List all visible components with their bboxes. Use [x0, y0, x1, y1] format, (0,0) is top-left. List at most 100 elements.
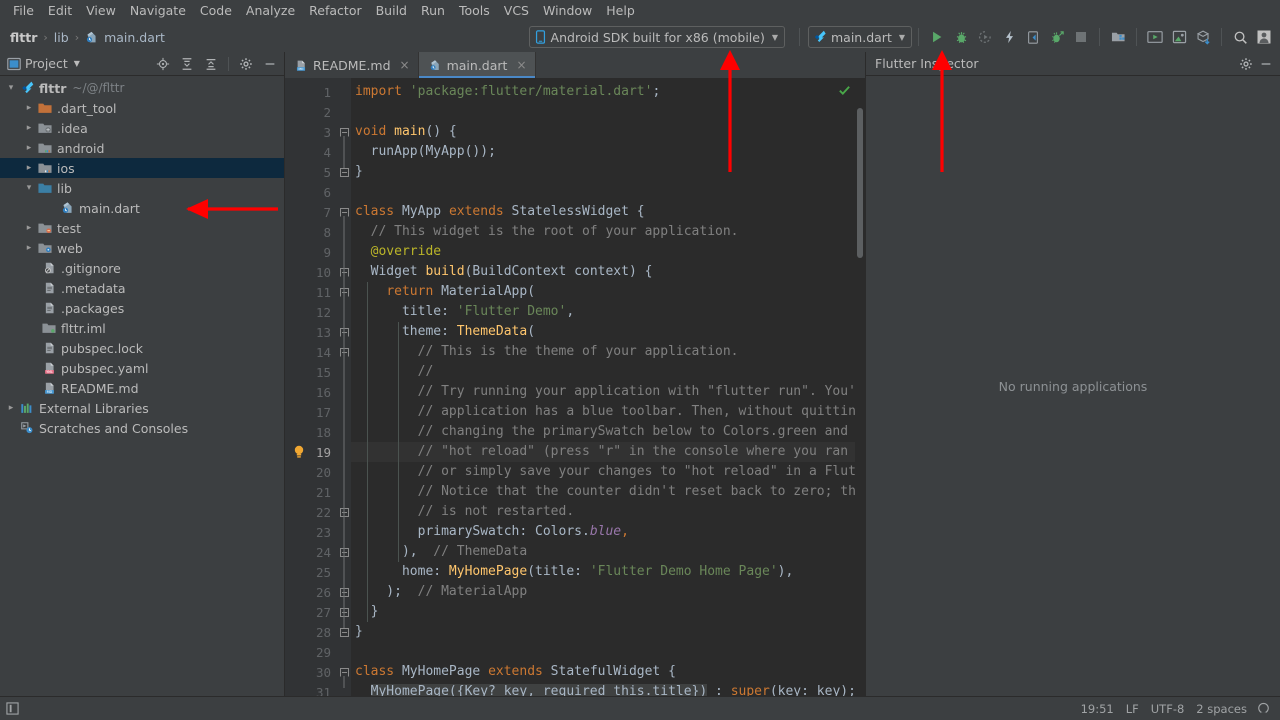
chevron-right-icon[interactable]: ▸: [22, 223, 36, 233]
code-line[interactable]: // is not restarted.: [351, 502, 865, 522]
tree-item-readme[interactable]: MD README.md: [0, 378, 284, 398]
code-line[interactable]: ), // ThemeData: [351, 542, 865, 562]
chevron-right-icon[interactable]: ▸: [4, 403, 18, 413]
menu-item-tools[interactable]: Tools: [452, 1, 497, 21]
settings-gear-icon[interactable]: [236, 54, 256, 74]
chevron-right-icon[interactable]: ▸: [22, 163, 36, 173]
code-line[interactable]: home: MyHomePage(title: 'Flutter Demo Ho…: [351, 562, 865, 582]
tree-item-pubspec-yaml[interactable]: YML pubspec.yaml: [0, 358, 284, 378]
menu-item-vcs[interactable]: VCS: [497, 1, 536, 21]
chevron-right-icon[interactable]: ▸: [22, 243, 36, 253]
event-log-icon[interactable]: [6, 702, 19, 715]
settings-gear-icon[interactable]: [1236, 54, 1256, 74]
code-line[interactable]: @override: [351, 242, 865, 262]
tree-item-scratches[interactable]: Scratches and Consoles: [0, 418, 284, 438]
code-line[interactable]: [351, 642, 865, 662]
user-account-button[interactable]: [1252, 25, 1276, 49]
code-line[interactable]: // changing the primarySwatch below to C…: [351, 422, 865, 442]
stop-button[interactable]: [1069, 25, 1093, 49]
chevron-down-icon[interactable]: ▾: [4, 83, 18, 93]
tree-item-lib[interactable]: ▾ lib: [0, 178, 284, 198]
tree-item-dart-tool[interactable]: ▸ .dart_tool: [0, 98, 284, 118]
tab-readme-md[interactable]: MD README.md ×: [285, 52, 419, 78]
menu-item-help[interactable]: Help: [599, 1, 642, 21]
code-line[interactable]: // Try running your application with "fl…: [351, 382, 865, 402]
menu-item-window[interactable]: Window: [536, 1, 599, 21]
code-line[interactable]: [351, 182, 865, 202]
code-line[interactable]: // This widget is the root of your appli…: [351, 222, 865, 242]
tree-item-metadata[interactable]: .metadata: [0, 278, 284, 298]
tree-item-flttr-iml[interactable]: flttr.iml: [0, 318, 284, 338]
menu-item-navigate[interactable]: Navigate: [123, 1, 193, 21]
code-line[interactable]: // or simply save your changes to "hot r…: [351, 462, 865, 482]
code-line[interactable]: // "hot reload" (press "r" in the consol…: [351, 442, 865, 462]
code-line[interactable]: return MaterialApp(: [351, 282, 865, 302]
chevron-right-icon[interactable]: ▸: [22, 143, 36, 153]
code-line[interactable]: class MyHomePage extends StatefulWidget …: [351, 662, 865, 682]
code-line[interactable]: [351, 102, 865, 122]
hot-reload-button[interactable]: [997, 25, 1021, 49]
project-structure-button[interactable]: [1106, 25, 1130, 49]
tree-item-web[interactable]: ▸ web: [0, 238, 284, 258]
device-selector[interactable]: Android SDK built for x86 (mobile) ▼: [529, 26, 785, 48]
project-tree[interactable]: ▾ flttr ~/@/flttr ▸: [0, 76, 284, 696]
run-with-coverage-button[interactable]: [973, 25, 997, 49]
debug-button[interactable]: [949, 25, 973, 49]
hide-panel-icon[interactable]: [260, 54, 280, 74]
inspection-ok-icon[interactable]: [838, 84, 851, 97]
menu-item-edit[interactable]: Edit: [41, 1, 79, 21]
menu-item-run[interactable]: Run: [414, 1, 452, 21]
open-devtools-button[interactable]: [1021, 25, 1045, 49]
menu-item-build[interactable]: Build: [369, 1, 414, 21]
hide-panel-icon[interactable]: [1256, 54, 1276, 74]
tree-item-gitignore[interactable]: .gitignore: [0, 258, 284, 278]
code-line[interactable]: }: [351, 622, 865, 642]
tree-item-external-libraries[interactable]: ▸ External Libraries: [0, 398, 284, 418]
intention-bulb-icon[interactable]: [292, 444, 306, 460]
code-folding-gutter[interactable]: [337, 78, 351, 696]
tree-item-packages[interactable]: .packages: [0, 298, 284, 318]
code-text[interactable]: import 'package:flutter/material.dart'; …: [351, 78, 865, 696]
code-line[interactable]: theme: ThemeData(: [351, 322, 865, 342]
tree-item-android[interactable]: ▸ android: [0, 138, 284, 158]
tree-item-test[interactable]: ▸ test: [0, 218, 284, 238]
notifications-icon[interactable]: [1253, 702, 1274, 715]
breadcrumb-file[interactable]: main.dart: [102, 30, 167, 45]
editor-scrollbar-thumb[interactable]: [857, 108, 863, 258]
menu-item-code[interactable]: Code: [193, 1, 239, 21]
code-line[interactable]: class MyApp extends StatelessWidget {: [351, 202, 865, 222]
fold-toggle-icon[interactable]: [340, 628, 349, 637]
breadcrumb-project[interactable]: flttr: [8, 30, 39, 45]
fold-toggle-icon[interactable]: [340, 168, 349, 177]
device-manager-button[interactable]: [1143, 25, 1167, 49]
breadcrumb-folder[interactable]: lib: [52, 30, 71, 45]
locate-file-icon[interactable]: [153, 54, 173, 74]
gradle-sync-button[interactable]: [1191, 25, 1215, 49]
sdk-manager-button[interactable]: [1167, 25, 1191, 49]
tree-item-flttr[interactable]: ▾ flttr ~/@/flttr: [0, 78, 284, 98]
collapse-all-icon[interactable]: [201, 54, 221, 74]
chevron-right-icon[interactable]: ▸: [22, 103, 36, 113]
code-line[interactable]: primarySwatch: Colors.blue,: [351, 522, 865, 542]
tree-item-pubspec-lock[interactable]: pubspec.lock: [0, 338, 284, 358]
code-editor[interactable]: 1234567891011121314151617181920212223242…: [285, 78, 865, 696]
menu-item-refactor[interactable]: Refactor: [302, 1, 368, 21]
code-line[interactable]: // This is the theme of your application…: [351, 342, 865, 362]
code-line[interactable]: // application has a blue toolbar. Then,…: [351, 402, 865, 422]
tree-item-main-dart[interactable]: main.dart: [0, 198, 284, 218]
chevron-down-icon[interactable]: ▾: [22, 183, 36, 193]
code-line[interactable]: runApp(MyApp());: [351, 142, 865, 162]
status-encoding[interactable]: UTF-8: [1145, 702, 1191, 716]
code-line[interactable]: title: 'Flutter Demo',: [351, 302, 865, 322]
run-configuration-selector[interactable]: main.dart ▼: [808, 26, 912, 48]
menu-item-view[interactable]: View: [79, 1, 123, 21]
search-everywhere-button[interactable]: [1228, 25, 1252, 49]
code-line[interactable]: //: [351, 362, 865, 382]
code-line[interactable]: }: [351, 602, 865, 622]
status-indent[interactable]: 2 spaces: [1190, 702, 1253, 716]
code-line[interactable]: }: [351, 162, 865, 182]
code-line[interactable]: MyHomePage({Key? key, required this.titl…: [351, 682, 865, 696]
code-line[interactable]: ); // MaterialApp: [351, 582, 865, 602]
run-button[interactable]: [925, 25, 949, 49]
chevron-right-icon[interactable]: ▸: [22, 123, 36, 133]
